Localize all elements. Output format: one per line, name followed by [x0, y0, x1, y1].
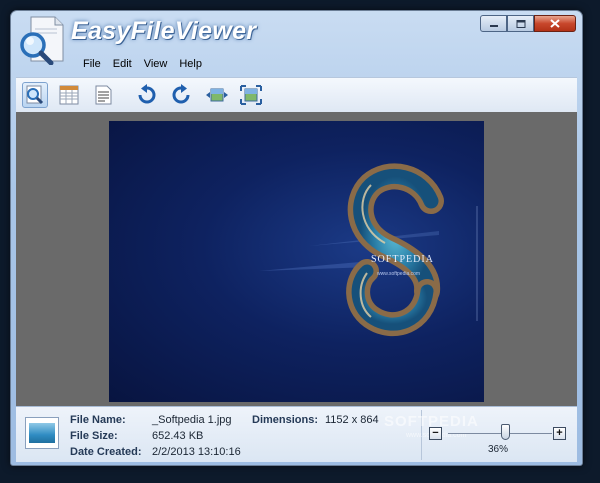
minimize-icon: [489, 24, 498, 27]
menu-edit[interactable]: Edit: [107, 56, 138, 72]
file-size-value: 652.43 KB: [152, 430, 204, 442]
date-created-label: Date Created:: [70, 446, 142, 458]
menu-bar: File Edit View Help: [77, 56, 208, 72]
rotate-left-button[interactable]: [134, 82, 160, 108]
menu-file[interactable]: File: [77, 56, 107, 72]
displayed-image: SOFTPEDIA www.softpedia.com: [109, 121, 484, 402]
app-logo-icon: [20, 16, 64, 65]
menu-help[interactable]: Help: [173, 56, 208, 72]
zoom-percent: 36%: [488, 444, 509, 455]
zoom-slider-track[interactable]: [448, 433, 552, 434]
zoom-in-button[interactable]: +: [553, 427, 566, 440]
image-viewer-area[interactable]: SOFTPEDIA www.softpedia.com: [16, 112, 577, 406]
close-button[interactable]: [534, 15, 576, 32]
minimize-button[interactable]: [480, 15, 507, 32]
image-caption: SOFTPEDIA: [371, 254, 434, 265]
menu-view[interactable]: View: [138, 56, 174, 72]
hex-view-button[interactable]: [56, 82, 82, 108]
close-icon: [550, 19, 560, 28]
status-bar: File Name: _Softpedia 1.jpg File Size: 6…: [16, 406, 577, 462]
file-name-label: File Name:: [70, 414, 126, 426]
fit-width-button[interactable]: [204, 82, 230, 108]
date-created-value: 2/2/2013 13:10:16: [152, 446, 241, 458]
rotate-left-icon: [138, 84, 156, 104]
fit-window-button[interactable]: [238, 82, 264, 108]
hex-grid-icon: [59, 85, 79, 105]
maximize-button[interactable]: [507, 15, 534, 32]
file-name-value: _Softpedia 1.jpg: [152, 414, 232, 426]
title-bar: EasyFileViewer: [11, 11, 582, 65]
rotate-right-icon: [172, 84, 190, 104]
image-view-icon: [26, 85, 44, 105]
image-url-text: www.softpedia.com: [377, 271, 421, 277]
image-thumbnail: [25, 417, 59, 449]
dimensions-label: Dimensions:: [252, 414, 319, 426]
toolbar: [16, 77, 577, 113]
image-view-button[interactable]: [22, 82, 48, 108]
file-size-label: File Size:: [70, 430, 118, 442]
fit-width-icon: [206, 88, 228, 102]
zoom-slider-thumb[interactable]: [501, 424, 511, 440]
text-view-button[interactable]: [90, 82, 116, 108]
zoom-out-button[interactable]: −: [429, 427, 442, 440]
dimensions-value: 1152 x 864: [325, 414, 379, 426]
maximize-icon: [516, 19, 525, 28]
thumbnail-picture: [29, 423, 55, 443]
rotate-right-button[interactable]: [168, 82, 194, 108]
app-window: EasyFileViewer File Edit View Help SOFTP…: [10, 10, 583, 466]
window-title: EasyFileViewer: [71, 17, 257, 45]
fit-window-icon: [240, 85, 262, 105]
window-controls: [480, 15, 576, 32]
text-view-icon: [95, 85, 112, 105]
